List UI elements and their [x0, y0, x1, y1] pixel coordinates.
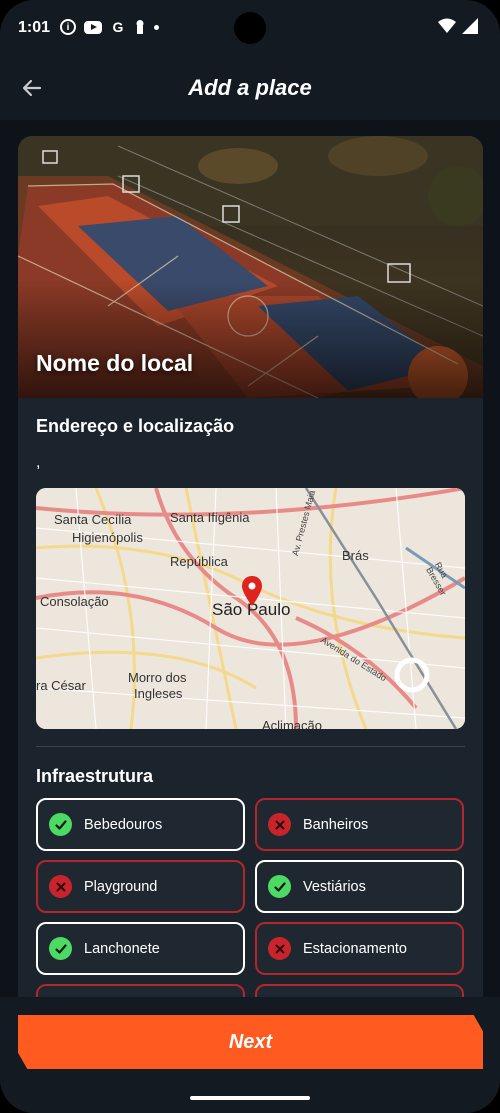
status-bar: 1:01 i G [0, 0, 500, 58]
next-button[interactable]: Next [18, 1015, 483, 1069]
infra-chip-label: Playground [84, 878, 158, 895]
notification-icons: i G [60, 19, 159, 35]
map-label: Santa Cecília [54, 512, 132, 527]
camera-cutout [234, 12, 266, 44]
map-label: Ingleses [134, 686, 183, 701]
keyhole-icon [136, 20, 144, 34]
place-card: Nome do local Endereço e localização , S… [18, 136, 483, 1056]
infra-chip-label: Vestiários [303, 878, 366, 895]
map-pin-icon[interactable] [242, 576, 262, 606]
page-title: Add a place [188, 75, 312, 100]
map-label: Aclimação [262, 718, 322, 729]
address-section-title: Endereço e localização [36, 416, 235, 436]
scroll-content[interactable]: Nome do local Endereço e localização , S… [0, 120, 500, 1056]
infra-chip-label: Estacionamento [303, 940, 407, 957]
infra-chip-label: Bebedouros [84, 816, 163, 833]
info-icon: i [60, 19, 76, 35]
infra-chip-label: Lanchonete [84, 940, 160, 957]
map-label: Brás [342, 548, 369, 563]
cross-icon [268, 937, 291, 960]
map-label: Consolação [40, 594, 109, 609]
map-label: República [170, 554, 228, 569]
infra-chip-estacionamento[interactable]: Estacionamento [255, 922, 464, 975]
wifi-icon [438, 18, 456, 33]
screen: 1:01 i G Add a place Nome do local Ender… [0, 0, 500, 1113]
more-notifications-icon [154, 24, 159, 30]
map-label: ra César [36, 678, 86, 693]
map-label: Morro dos [128, 670, 187, 685]
infra-chip-label: Banheiros [303, 816, 369, 833]
google-icon: G [112, 19, 124, 35]
cross-icon [49, 875, 72, 898]
infra-chip-vestiarios[interactable]: Vestiários [255, 860, 464, 913]
infra-chip-playground[interactable]: Playground [36, 860, 245, 913]
status-time: 1:01 [18, 19, 51, 36]
infra-chip-lanchonete[interactable]: Lanchonete [36, 922, 245, 975]
place-photo: Nome do local [18, 136, 483, 398]
section-divider [36, 746, 465, 747]
app-header: Add a place [0, 58, 500, 120]
infra-chip-bebedouros[interactable]: Bebedouros [36, 798, 245, 851]
cross-icon [268, 813, 291, 836]
check-icon [268, 875, 291, 898]
infra-chip-banheiros[interactable]: Banheiros [255, 798, 464, 851]
bottom-bar: Next [0, 997, 500, 1113]
address-value: , [36, 454, 41, 471]
system-icons [438, 18, 478, 34]
signal-icon [462, 18, 478, 34]
infra-section-title: Infraestrutura [36, 766, 154, 786]
place-name: Nome do local [36, 350, 194, 376]
map-label: Santa Ifigênia [170, 510, 250, 525]
home-indicator[interactable] [190, 1096, 310, 1100]
location-map[interactable]: Santa Cecília Santa Ifigênia Higienópoli… [36, 488, 465, 729]
check-icon [49, 813, 72, 836]
check-icon [49, 937, 72, 960]
map-label: Higienópolis [72, 530, 143, 545]
youtube-icon [84, 20, 102, 34]
